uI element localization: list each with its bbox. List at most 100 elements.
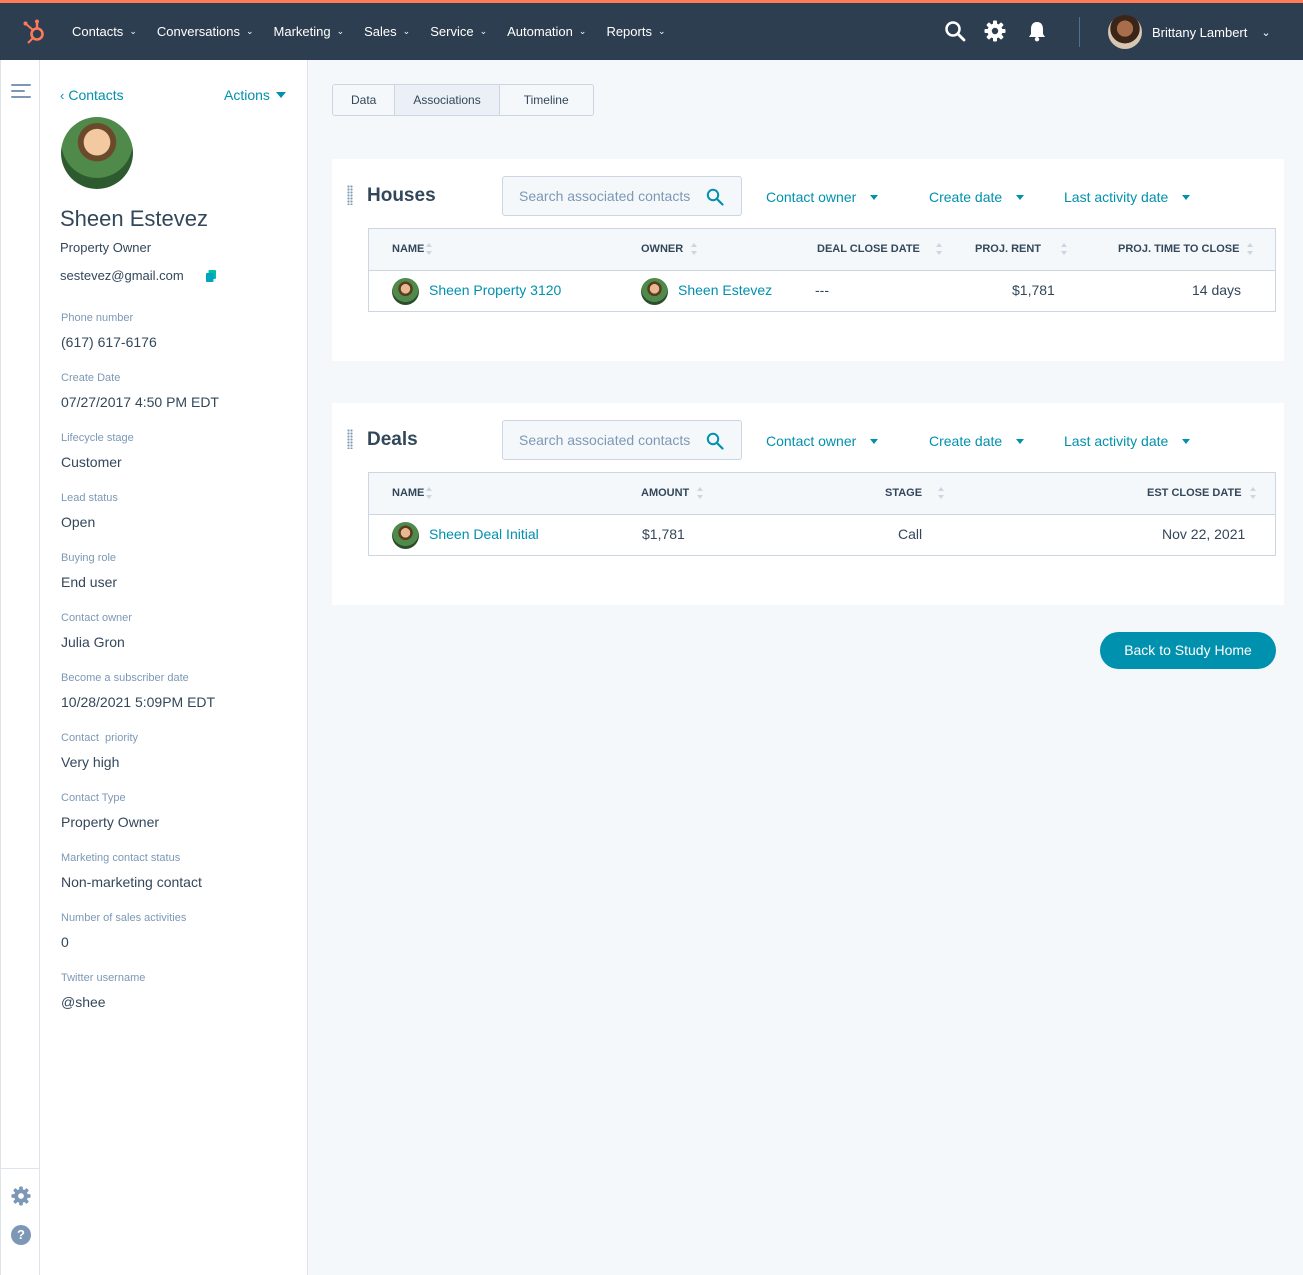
sort-icon [426, 487, 433, 499]
property-value[interactable]: Property Owner [61, 811, 291, 833]
deal-close-date-cell: --- [815, 282, 829, 298]
deal-name-link[interactable]: Sheen Deal Initial [429, 526, 539, 542]
column-header-owner[interactable]: OWNER [641, 243, 698, 255]
create-date-filter[interactable]: Create date [929, 433, 1025, 449]
property-value[interactable]: Very high [61, 751, 291, 773]
user-menu[interactable]: Brittany Lambert ⌄ [1108, 15, 1271, 49]
property-value[interactable]: Julia Gron [61, 631, 291, 653]
property-sales-activities: Number of sales activities 0 [61, 911, 291, 971]
property-lead-status: Lead status Open [61, 491, 291, 551]
back-link-label: Contacts [68, 87, 124, 103]
property-value[interactable]: Non-marketing contact [61, 871, 291, 893]
search-placeholder: Search associated contacts [519, 188, 691, 204]
property-create-date: Create Date 07/27/2017 4:50 PM EDT [61, 371, 291, 431]
contact-owner-filter[interactable]: Contact owner [766, 189, 879, 205]
last-activity-filter[interactable]: Last activity date [1064, 189, 1191, 205]
menu-icon[interactable] [11, 84, 31, 102]
back-to-contacts-link[interactable]: ‹ Contacts [60, 87, 124, 103]
search-input[interactable]: Search associated contacts [502, 420, 742, 460]
column-header-est-close-date[interactable]: EST CLOSE DATE [1147, 487, 1257, 499]
nav-divider [1079, 17, 1080, 47]
column-header-amount[interactable]: AMOUNT [641, 487, 704, 499]
property-value[interactable]: 07/27/2017 4:50 PM EDT [61, 391, 291, 413]
property-contact-owner: Contact owner Julia Gron [61, 611, 291, 671]
nav-sales[interactable]: Sales ⌄ [354, 24, 420, 39]
nav-automation[interactable]: Automation ⌄ [497, 24, 596, 39]
gear-icon[interactable] [984, 20, 1006, 42]
sort-icon [1249, 487, 1257, 499]
property-twitter: Twitter username @shee [61, 971, 291, 1031]
chevron-down-icon: ⌄ [245, 26, 254, 36]
column-header-stage[interactable]: STAGE [885, 487, 945, 499]
property-value[interactable]: 10/28/2021 5:09PM EDT [61, 691, 291, 713]
property-value[interactable]: @shee [61, 991, 291, 1013]
sort-icon [426, 243, 433, 255]
property-subscriber-date: Become a subscriber date 10/28/2021 5:09P… [61, 671, 291, 731]
contact-owner-filter[interactable]: Contact owner [766, 433, 879, 449]
property-value[interactable]: Customer [61, 451, 291, 473]
drag-handle-icon[interactable] [347, 185, 353, 205]
table-header: NAME AMOUNT STAGE EST CLOSE DATE [369, 473, 1275, 515]
property-label: Twitter username [61, 972, 146, 984]
tab-associations[interactable]: Associations [395, 85, 500, 115]
property-value[interactable]: Open [61, 511, 291, 533]
nav-service[interactable]: Service ⌄ [420, 24, 497, 39]
house-name-link[interactable]: Sheen Property 3120 [429, 282, 561, 298]
drag-handle-icon[interactable] [347, 429, 353, 449]
search-icon[interactable] [706, 188, 724, 206]
table-row: Sheen Deal Initial $1,781 Call Nov 22, 2… [369, 515, 1275, 555]
search-placeholder: Search associated contacts [519, 432, 691, 448]
contact-properties: Phone number (617) 617-6176 Create Date 07… [61, 311, 291, 1031]
column-header-proj-time[interactable]: PROJ. TIME TO CLOSE [1118, 243, 1254, 255]
column-label: PROJ. TIME TO CLOSE [1118, 243, 1240, 255]
property-contact-priority: Contact priority Very high [61, 731, 291, 791]
property-label: Buying role [61, 552, 117, 564]
search-icon[interactable] [944, 20, 966, 42]
column-label: NAME [392, 243, 425, 255]
property-value[interactable]: (617) 617-6176 [61, 331, 291, 353]
gear-icon[interactable] [11, 1186, 31, 1206]
owner-link[interactable]: Sheen Estevez [678, 282, 772, 298]
help-icon[interactable]: ? [11, 1225, 31, 1245]
column-header-name[interactable]: NAME [392, 243, 433, 255]
bell-icon[interactable] [1026, 20, 1048, 42]
column-header-deal-close-date[interactable]: DEAL CLOSE DATE [817, 243, 943, 255]
last-activity-filter[interactable]: Last activity date [1064, 433, 1191, 449]
nav-reports[interactable]: Reports ⌄ [596, 24, 675, 39]
nav-contacts[interactable]: Contacts ⌄ [62, 24, 147, 39]
filter-label: Contact owner [766, 189, 857, 205]
property-label: Lifecycle stage [61, 432, 134, 444]
column-header-name[interactable]: NAME [392, 487, 433, 499]
property-value[interactable]: 0 [61, 931, 291, 953]
property-value[interactable]: End user [61, 571, 291, 593]
column-header-proj-rent[interactable]: PROJ. RENT [975, 243, 1068, 255]
chevron-down-icon: ⌄ [657, 26, 666, 36]
nav-conversations[interactable]: Conversations ⌄ [147, 24, 264, 39]
column-label: AMOUNT [641, 487, 690, 499]
copy-icon[interactable] [206, 270, 216, 282]
rail-divider [1, 1168, 40, 1169]
avatar [641, 278, 668, 305]
user-name: Brittany Lambert [1152, 24, 1248, 40]
sort-icon [935, 243, 943, 255]
deals-table: NAME AMOUNT STAGE EST CLOSE DATE Sheen D… [368, 472, 1276, 556]
create-date-filter[interactable]: Create date [929, 189, 1025, 205]
avatar [392, 522, 419, 549]
property-label: Number of sales activities [61, 912, 187, 924]
contact-avatar [61, 117, 133, 189]
actions-dropdown[interactable]: Actions [224, 87, 286, 103]
search-input[interactable]: Search associated contacts [502, 176, 742, 216]
actions-label: Actions [224, 87, 270, 103]
tab-data[interactable]: Data [333, 85, 396, 115]
proj-time-cell: 14 days [1192, 282, 1242, 298]
caret-down-icon [1182, 438, 1191, 444]
hubspot-logo-icon[interactable] [22, 19, 48, 45]
card-title: Houses [367, 185, 436, 206]
tab-timeline[interactable]: Timeline [500, 85, 593, 115]
search-icon[interactable] [706, 432, 724, 450]
record-tabs: Data Associations Timeline [332, 84, 594, 116]
property-phone: Phone number (617) 617-6176 [61, 311, 291, 371]
back-to-study-home-button[interactable]: Back to Study Home [1100, 632, 1276, 669]
nav-label: Sales [364, 24, 397, 39]
nav-marketing[interactable]: Marketing ⌄ [264, 24, 355, 39]
